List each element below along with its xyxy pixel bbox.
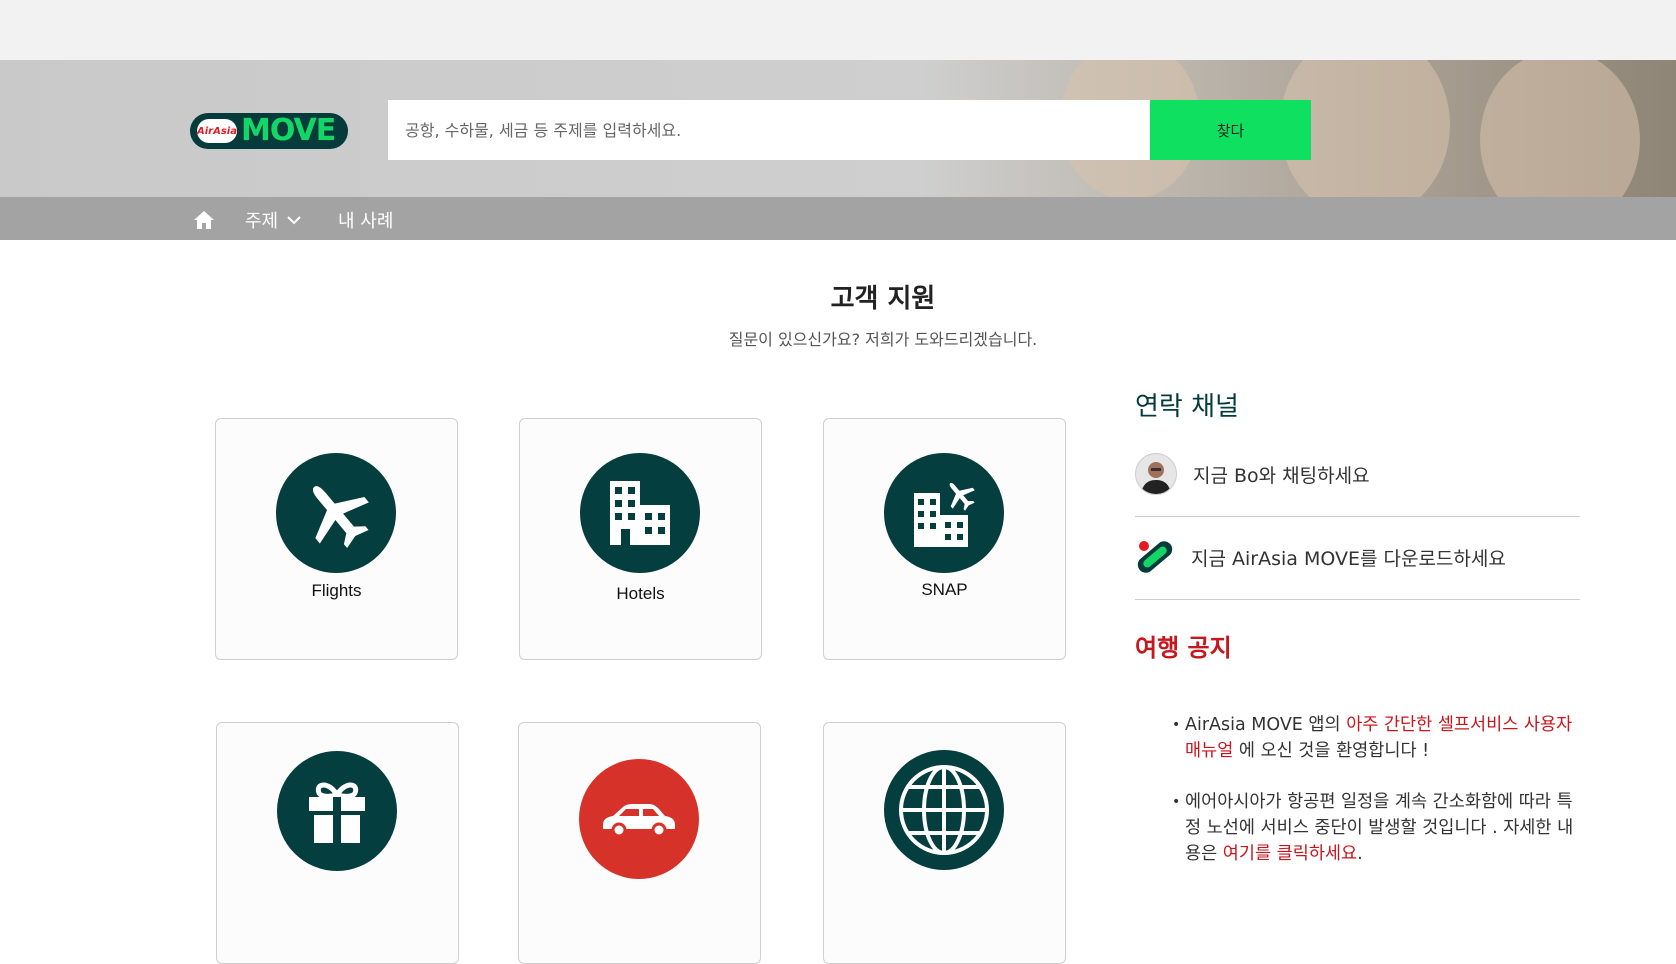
- travel-notice-title: 여행 공지: [1135, 634, 1232, 662]
- chat-with-bo-label: 지금 Bo와 채팅하세요: [1193, 464, 1370, 487]
- category-card-snap[interactable]: SNAP: [823, 418, 1066, 660]
- page-subtitle: 질문이 있으신가요? 저희가 도와드리겠습니다.: [728, 330, 1038, 349]
- gift-icon: [277, 751, 397, 871]
- nav-topics-dropdown[interactable]: 주제: [245, 207, 302, 233]
- globe-icon: [884, 750, 1004, 870]
- category-label-hotels: Hotels: [616, 584, 665, 603]
- car-icon: [579, 759, 699, 879]
- move-logo-word: MOVE: [241, 113, 336, 148]
- chevron-down-icon: [286, 210, 302, 231]
- search-button[interactable]: 찾다: [1150, 100, 1311, 160]
- category-card-flights[interactable]: Flights: [215, 418, 458, 660]
- download-app-link[interactable]: 지금 AirAsia MOVE를 다운로드하세요: [1135, 516, 1580, 598]
- notice-text: AirAsia MOVE 앱의: [1185, 715, 1347, 735]
- notice-text: 에 오신 것을 환영합니다 !: [1233, 741, 1430, 761]
- contact-channels-title: 연락 채널: [1135, 392, 1239, 422]
- home-icon[interactable]: [192, 208, 216, 232]
- category-label-flights: Flights: [311, 581, 362, 600]
- notice-item: 에어아시아가 항공편 일정을 계속 간소화함에 따라 특정 노선에 서비스 중단…: [1172, 789, 1582, 867]
- airplane-icon: [276, 453, 396, 573]
- download-app-label: 지금 AirAsia MOVE를 다운로드하세요: [1191, 547, 1506, 570]
- airasia-move-app-icon: [1135, 537, 1175, 577]
- nav-my-cases[interactable]: 내 사례: [338, 207, 393, 233]
- category-label-snap: SNAP: [921, 580, 968, 599]
- notice-text: .: [1357, 844, 1363, 864]
- bo-avatar-icon: [1135, 453, 1177, 495]
- search-input[interactable]: [388, 100, 1150, 160]
- click-here-link[interactable]: 여기를 클릭하세요: [1223, 844, 1357, 864]
- contact-divider: [1135, 599, 1580, 600]
- category-card-globe[interactable]: [823, 722, 1066, 964]
- category-card-car[interactable]: [518, 722, 761, 964]
- nav-topics-label: 주제: [245, 211, 279, 232]
- page-title: 고객 지원: [830, 284, 936, 314]
- category-card-hotels[interactable]: Hotels: [519, 418, 762, 660]
- snap-icon: [884, 453, 1004, 573]
- chat-with-bo-link[interactable]: 지금 Bo와 채팅하세요: [1135, 433, 1580, 515]
- airasia-logo-mark: AirAsia: [197, 119, 237, 143]
- buildings-icon: [580, 453, 700, 573]
- category-card-gift[interactable]: [216, 722, 459, 964]
- travel-notice-list: AirAsia MOVE 앱의 아주 간단한 셀프서비스 사용자 매뉴얼 에 오…: [1172, 712, 1582, 892]
- notice-item: AirAsia MOVE 앱의 아주 간단한 셀프서비스 사용자 매뉴얼 에 오…: [1172, 712, 1582, 764]
- airasia-move-logo[interactable]: AirAsia MOVE: [190, 113, 348, 149]
- top-strip: [0, 0, 1676, 60]
